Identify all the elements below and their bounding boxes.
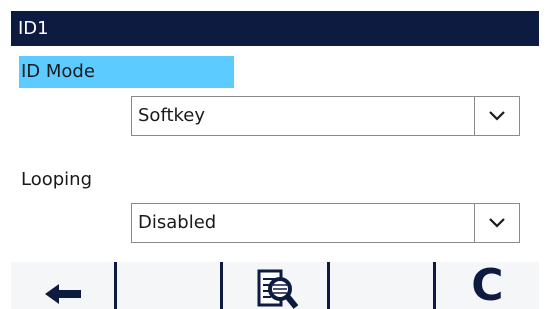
softkey-empty-2[interactable]: [329, 262, 433, 309]
id-mode-value: Softkey: [138, 105, 206, 126]
chevron-down-icon[interactable]: [474, 204, 519, 242]
id-mode-label[interactable]: ID Mode: [19, 56, 234, 88]
looping-select[interactable]: Disabled: [131, 203, 520, 243]
left-arrow-icon: [44, 284, 81, 304]
softkey-bar: C: [11, 262, 540, 309]
softkey-empty-1[interactable]: [117, 262, 221, 309]
looping-value: Disabled: [138, 212, 217, 233]
id-mode-select[interactable]: Softkey: [131, 96, 520, 136]
softkey-clear[interactable]: C: [435, 262, 540, 309]
looping-label: Looping: [21, 169, 92, 190]
chevron-down-icon[interactable]: [474, 97, 519, 135]
magnify-report-icon: [257, 269, 299, 309]
softkey-back[interactable]: [11, 262, 115, 309]
softkey-search-report[interactable]: [223, 262, 327, 309]
page-title: ID1: [11, 11, 539, 46]
clear-c-icon: C: [471, 262, 504, 309]
settings-screen: ID1 ID Mode Softkey Looping Disabled C: [0, 0, 540, 309]
